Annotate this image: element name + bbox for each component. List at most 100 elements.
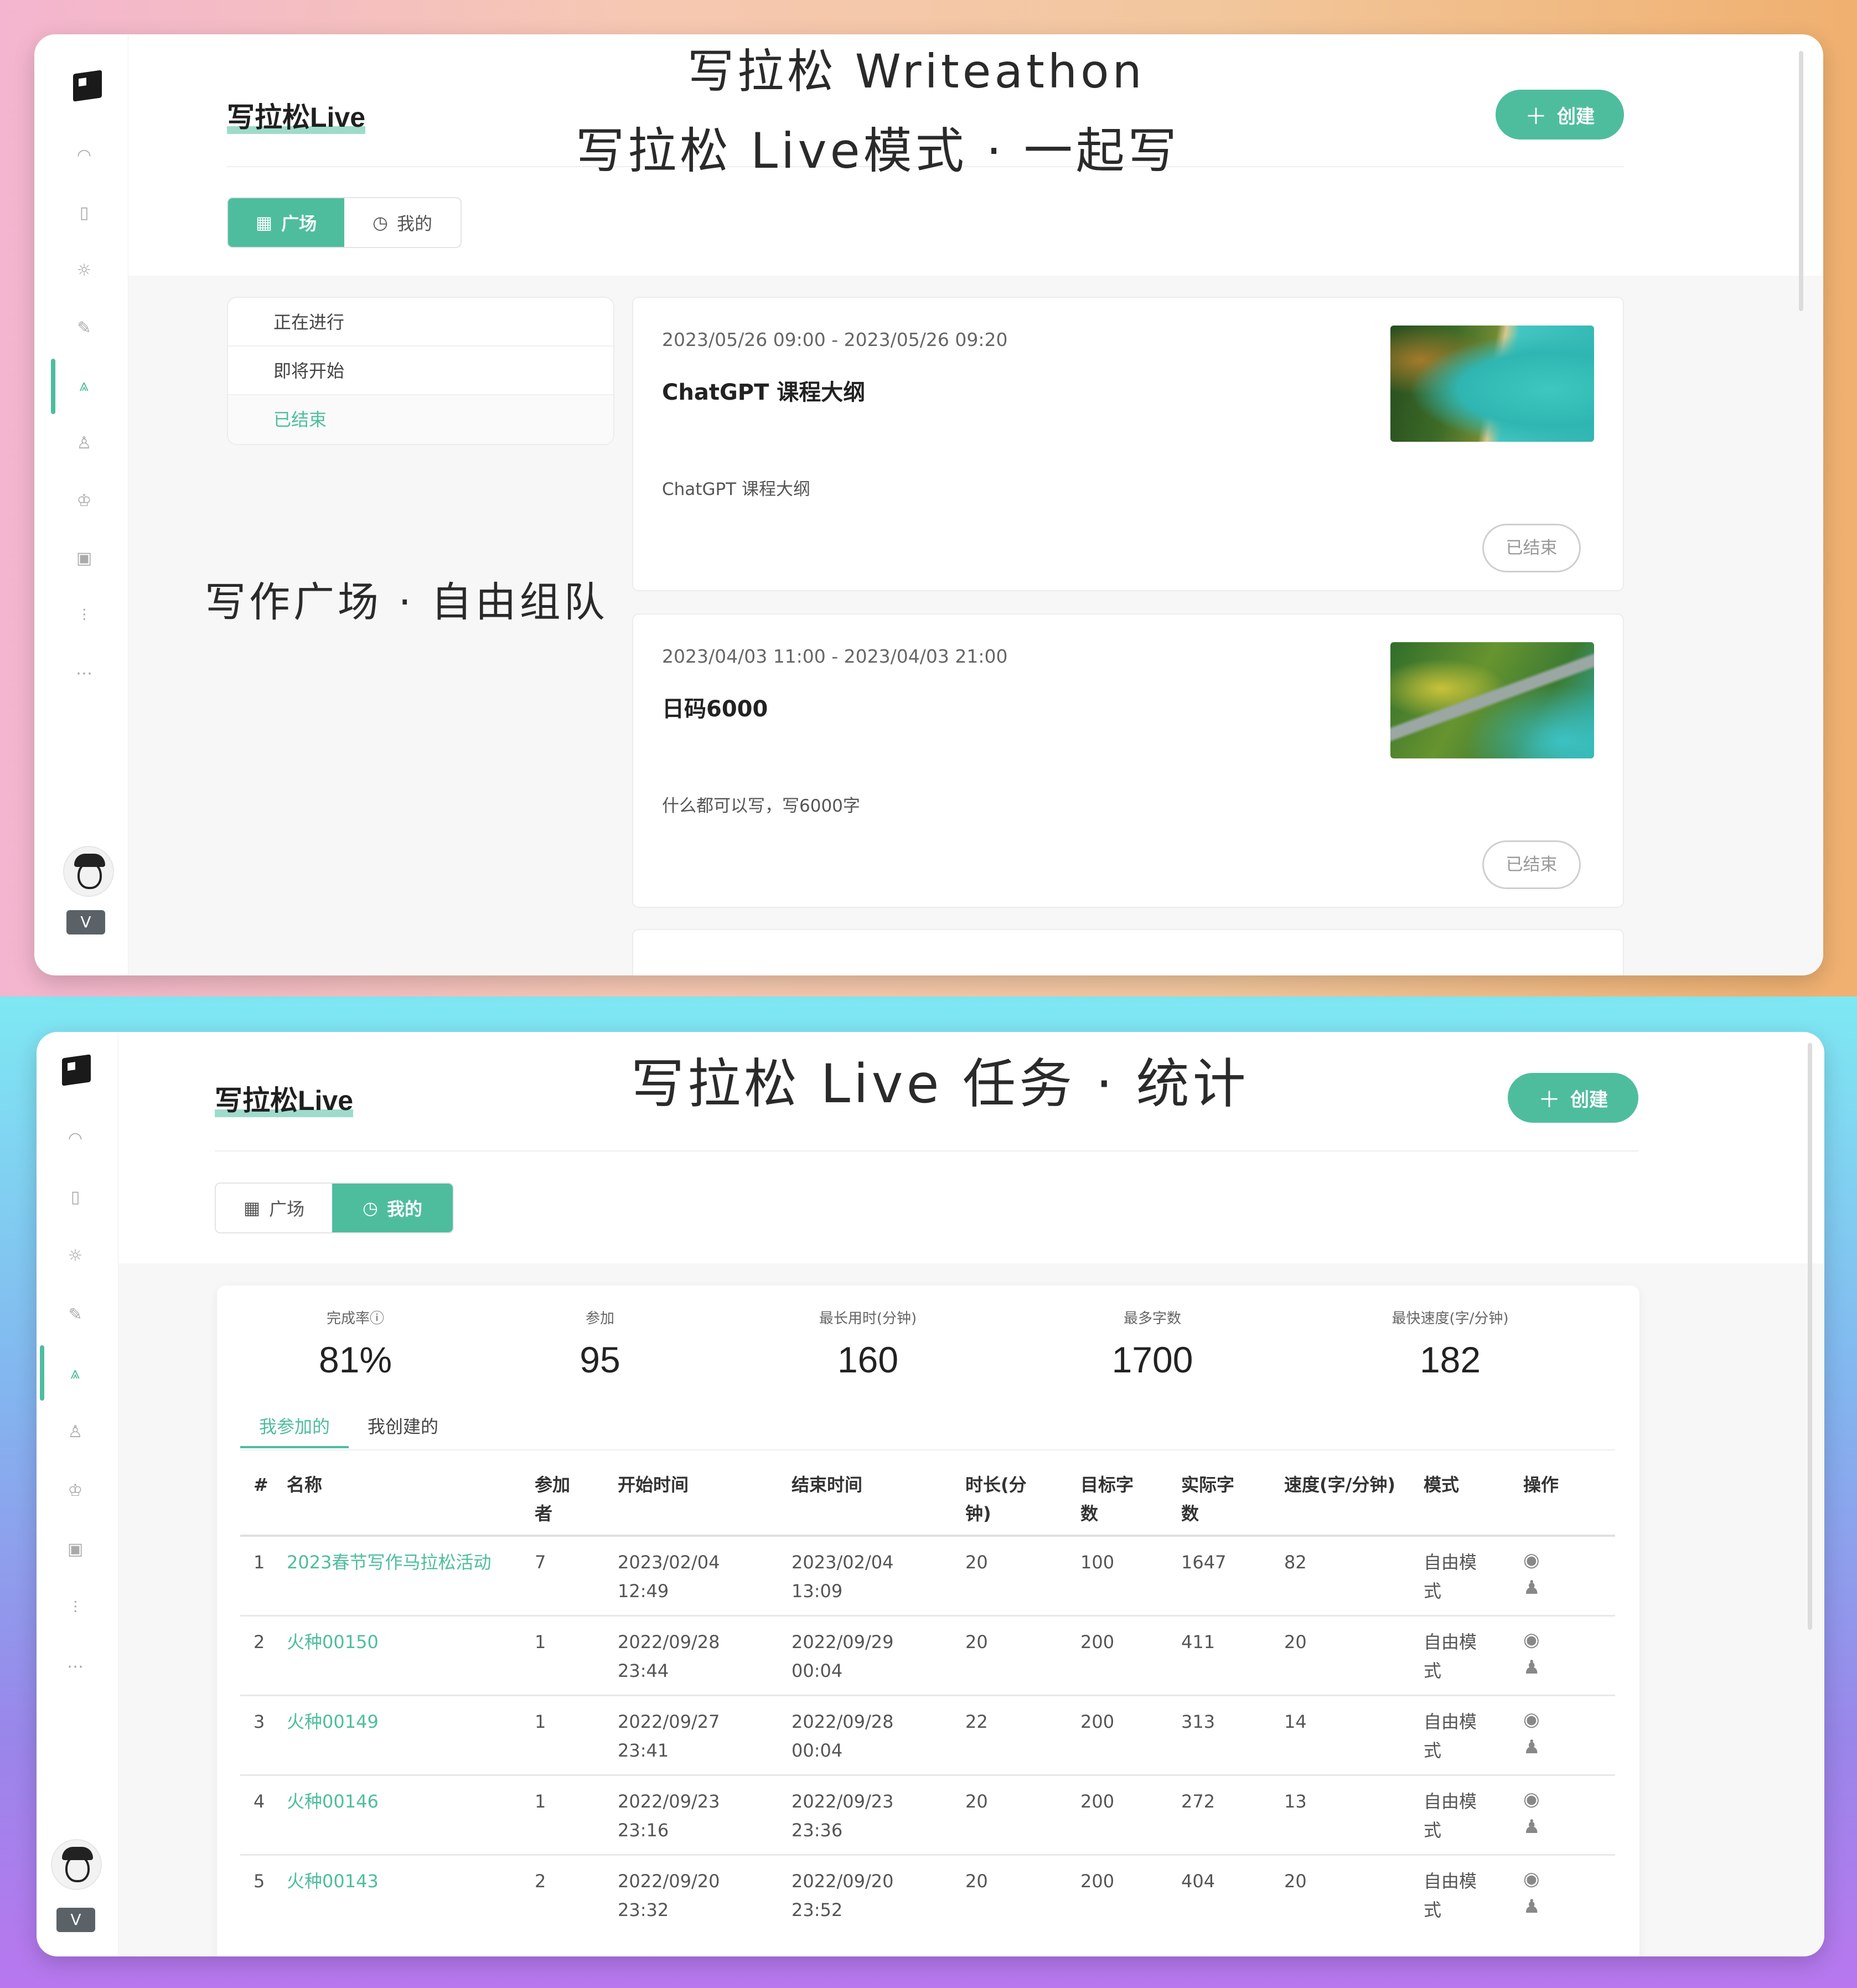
stats-panel: 完成率ⓘ 81% 参加 95 最长用时(分钟) 160 最多字数 1700 最快… xyxy=(217,1285,1639,1956)
active-indicator xyxy=(51,359,55,414)
app-window-plaza: ◠ ▯ ☼ ✎ ⩓ ♙ ♔ ▣ ⫶ ⋯ V 写拉松Live ＋ 创建 ▦ 广场 … xyxy=(34,34,1823,975)
pencil-icon[interactable]: ✎ xyxy=(64,1303,86,1325)
scrollbar[interactable] xyxy=(1808,1043,1812,1630)
users-icon[interactable]: ♟ xyxy=(1523,1576,1615,1600)
filter-upcoming[interactable]: 即将开始 xyxy=(228,347,613,395)
tab-plaza[interactable]: ▦ 广场 xyxy=(216,1184,332,1232)
map-icon[interactable]: ▯ xyxy=(64,1186,86,1208)
users-icon[interactable]: ♟ xyxy=(1523,1894,1615,1919)
coast-forest-image xyxy=(1390,326,1594,442)
trophy-icon[interactable]: ♔ xyxy=(73,489,95,512)
stat-most-words: 最多字数 1700 xyxy=(1111,1310,1193,1380)
scrollbar[interactable] xyxy=(1799,51,1803,311)
tab-mine[interactable]: ◷ 我的 xyxy=(332,1184,453,1232)
col-actions: 操作 xyxy=(1523,1474,1559,1495)
avatar[interactable] xyxy=(51,1839,102,1890)
page-title: 写拉松Live xyxy=(227,95,366,135)
app-window-mine: ◠ ▯ ☼ ✎ ⩓ ♙ ♔ ▣ ⫶ ⋯ V 写拉松Live ＋ 创建 ▦ 广场 … xyxy=(37,1032,1824,1956)
map-icon[interactable]: ▯ xyxy=(73,202,95,224)
avatar[interactable] xyxy=(63,846,114,897)
task-name-link[interactable]: 火种00146 xyxy=(287,1774,535,1855)
logo-icon[interactable] xyxy=(73,70,102,102)
grid-icon: ▦ xyxy=(243,1197,261,1218)
eye-icon[interactable]: ◉ xyxy=(1523,1787,1615,1811)
status-badge[interactable]: 已结束 xyxy=(1482,840,1581,889)
col-target[interactable]: 目标字数 xyxy=(1080,1458,1181,1536)
eye-icon[interactable]: ◉ xyxy=(1523,1628,1615,1652)
settings-icon[interactable]: ⫶ xyxy=(64,1597,86,1619)
eye-icon[interactable]: ◉ xyxy=(1523,1867,1615,1891)
status-badge[interactable]: 已结束 xyxy=(1482,524,1581,572)
logo-icon[interactable] xyxy=(62,1054,91,1086)
subtab-created[interactable]: 我创建的 xyxy=(349,1405,457,1448)
people-icon[interactable]: ⩓ xyxy=(73,374,95,396)
event-title[interactable]: 日码6000 xyxy=(662,691,768,723)
plus-icon: ＋ xyxy=(1538,1087,1560,1113)
hand-icon[interactable]: ♙ xyxy=(73,432,95,454)
eye-icon[interactable]: ◉ xyxy=(1523,1707,1615,1732)
sun-icon[interactable]: ☼ xyxy=(73,259,95,281)
active-indicator xyxy=(40,1345,44,1401)
dashboard-icon[interactable]: ◠ xyxy=(73,144,95,166)
view-toggle: ▦ 广场 ◷ 我的 xyxy=(215,1183,454,1233)
road-forest-image xyxy=(1390,642,1594,758)
col-end[interactable]: 结束时间 xyxy=(792,1458,965,1536)
col-speed[interactable]: 速度(字/分钟) xyxy=(1284,1458,1424,1536)
stat-completion: 完成率ⓘ 81% xyxy=(318,1310,392,1380)
stat-participated: 参加 95 xyxy=(580,1310,620,1380)
view-toggle: ▦ 广场 ◷ 我的 xyxy=(227,197,462,248)
plus-icon: ＋ xyxy=(1525,104,1547,130)
page-title: 写拉松Live xyxy=(215,1078,354,1118)
hand-icon[interactable]: ♙ xyxy=(64,1421,86,1443)
subtabs: 我参加的 我创建的 xyxy=(240,1405,457,1448)
subtab-joined[interactable]: 我参加的 xyxy=(240,1405,349,1448)
event-time: 2023/05/26 09:00 - 2023/05/26 09:20 xyxy=(662,329,1008,350)
clock-icon: ◷ xyxy=(373,212,388,233)
table-row: 2 火种00150 1 2022/09/28 23:44 2022/09/29 … xyxy=(240,1614,1615,1695)
eye-icon[interactable]: ◉ xyxy=(1523,1548,1615,1572)
grid-icon: ▦ xyxy=(255,212,273,233)
col-duration[interactable]: 时长(分钟) xyxy=(965,1458,1080,1536)
event-card[interactable] xyxy=(632,929,1624,975)
col-name[interactable]: 名称 xyxy=(287,1458,535,1536)
create-button[interactable]: ＋ 创建 xyxy=(1508,1073,1638,1123)
annotation-live-mode: 写拉松 Live模式 · 一起写 xyxy=(576,122,1180,179)
event-description: ChatGPT 课程大纲 xyxy=(662,479,810,499)
col-actual[interactable]: 实际字数 xyxy=(1181,1458,1284,1536)
filter-ongoing[interactable]: 正在进行 xyxy=(228,298,613,347)
calendar-icon[interactable]: ▣ xyxy=(64,1538,86,1560)
stat-fastest-speed: 最快速度(字/分钟) 182 xyxy=(1392,1310,1509,1380)
more-icon[interactable]: ⋯ xyxy=(73,662,95,684)
sun-icon[interactable]: ☼ xyxy=(64,1245,86,1267)
table-row: 3 火种00149 1 2022/09/27 23:41 2022/09/28 … xyxy=(240,1694,1615,1775)
event-time: 2023/04/03 11:00 - 2023/04/03 21:00 xyxy=(662,646,1008,667)
event-card[interactable]: 2023/04/03 11:00 - 2023/04/03 21:00 日码60… xyxy=(632,613,1624,908)
task-name-link[interactable]: 火种00149 xyxy=(287,1694,535,1775)
stat-longest-duration: 最长用时(分钟) 160 xyxy=(819,1310,917,1380)
task-name-link[interactable]: 2023春节写作马拉松活动 xyxy=(287,1535,535,1615)
create-button[interactable]: ＋ 创建 xyxy=(1496,90,1624,140)
calendar-icon[interactable]: ▣ xyxy=(73,547,95,569)
event-description: 什么都可以写，写6000字 xyxy=(662,796,860,816)
col-participants[interactable]: 参加者 xyxy=(535,1458,618,1536)
tab-mine[interactable]: ◷ 我的 xyxy=(344,198,461,247)
version-badge: V xyxy=(66,910,105,934)
users-icon[interactable]: ♟ xyxy=(1523,1655,1615,1680)
event-title[interactable]: ChatGPT 课程大纲 xyxy=(662,374,865,406)
more-icon[interactable]: ⋯ xyxy=(64,1655,86,1677)
tab-plaza[interactable]: ▦ 广场 xyxy=(228,198,344,247)
subtab-divider xyxy=(240,1449,1615,1450)
col-start[interactable]: 开始时间 xyxy=(618,1458,792,1536)
trophy-icon[interactable]: ♔ xyxy=(64,1479,86,1501)
filter-ended[interactable]: 已结束 xyxy=(228,395,613,444)
people-icon[interactable]: ⩓ xyxy=(64,1362,86,1384)
pencil-icon[interactable]: ✎ xyxy=(73,317,95,339)
users-icon[interactable]: ♟ xyxy=(1523,1815,1615,1839)
settings-icon[interactable]: ⫶ xyxy=(73,605,95,627)
task-name-link[interactable]: 火种00143 xyxy=(287,1853,535,1934)
event-card[interactable]: 2023/05/26 09:00 - 2023/05/26 09:20 Chat… xyxy=(632,297,1624,591)
dashboard-icon[interactable]: ◠ xyxy=(64,1127,86,1149)
annotation-task-stats: 写拉松 Live 任务 · 统计 xyxy=(631,1053,1249,1115)
users-icon[interactable]: ♟ xyxy=(1523,1735,1615,1759)
task-name-link[interactable]: 火种00150 xyxy=(287,1614,535,1695)
